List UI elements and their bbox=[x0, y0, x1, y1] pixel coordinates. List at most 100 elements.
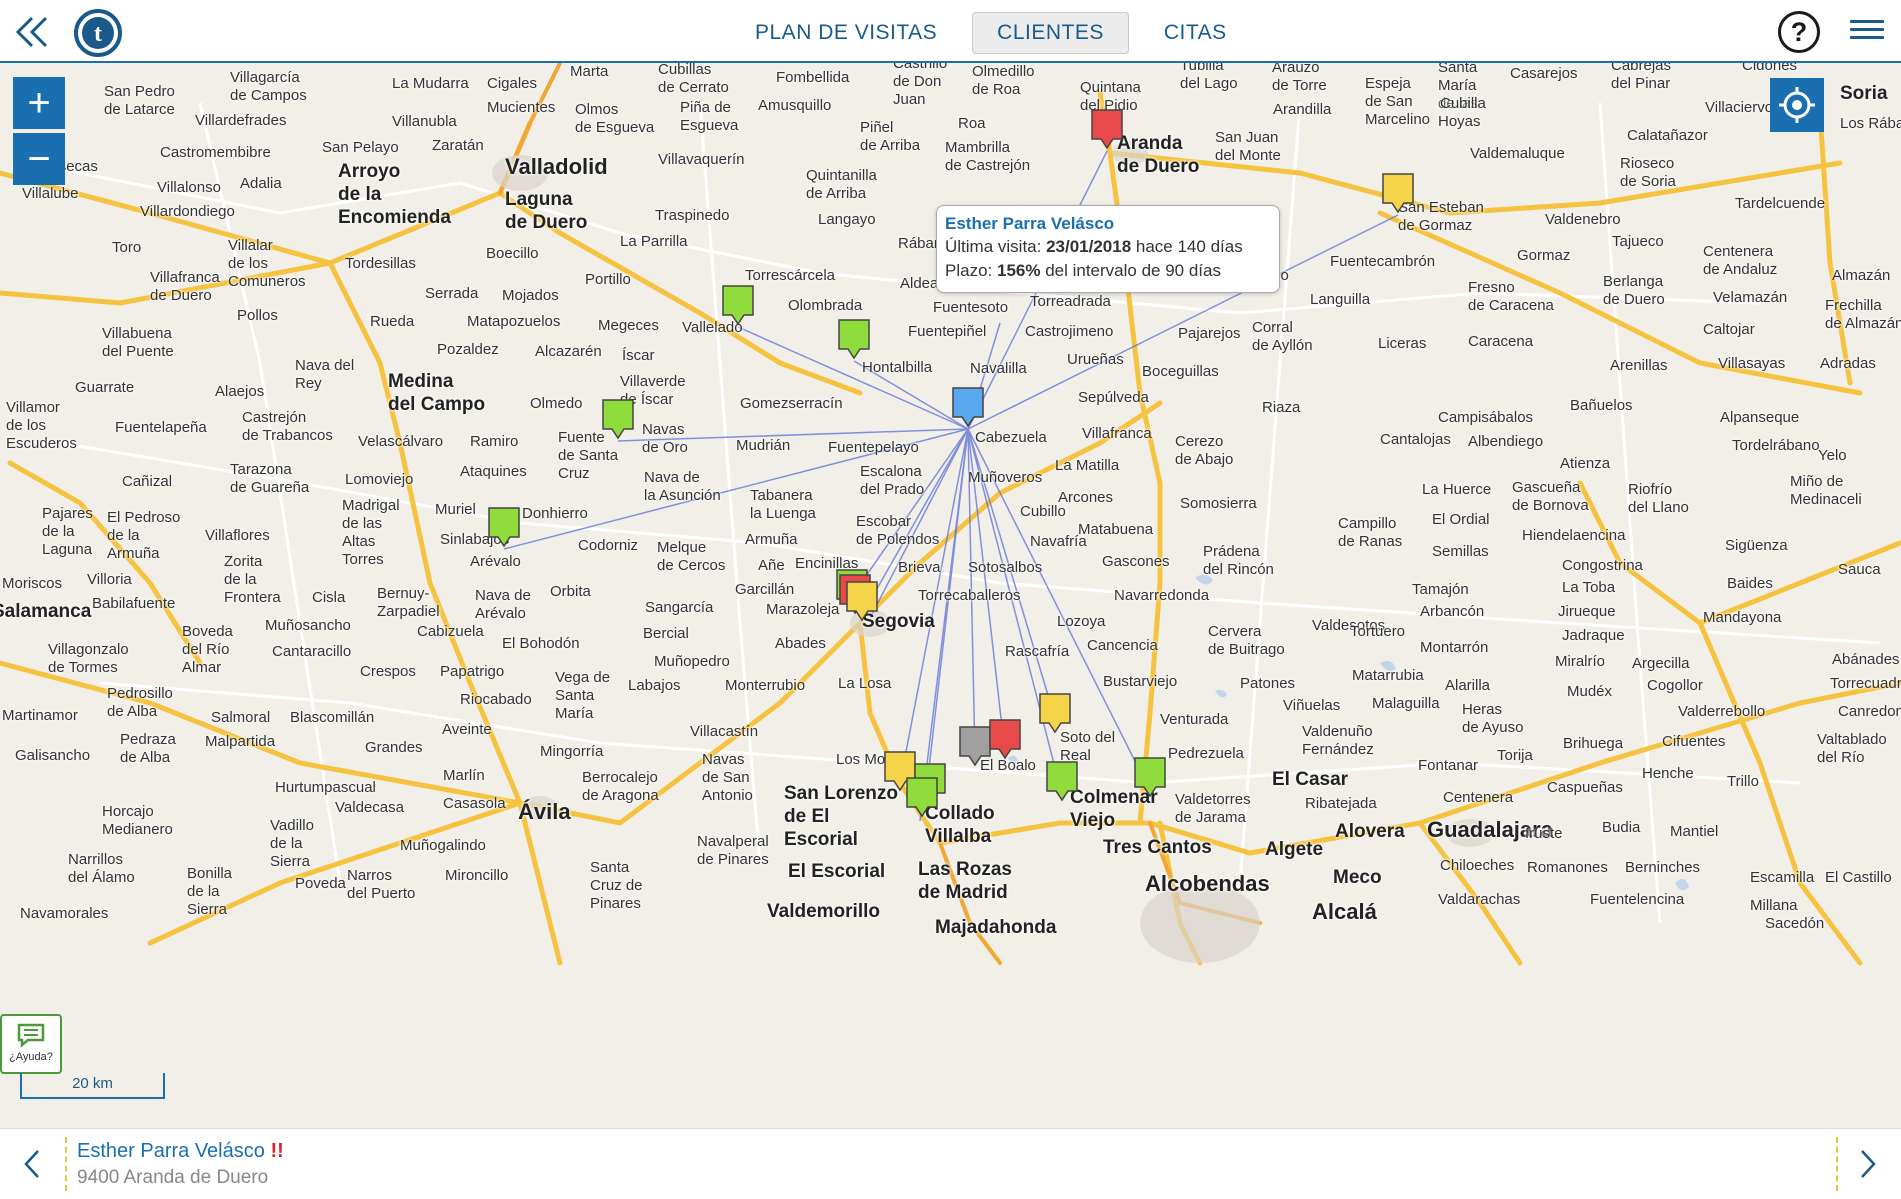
map-place-label: Pollos bbox=[237, 307, 278, 324]
map-place-label: Megeces bbox=[598, 317, 659, 334]
map-place-label: Jirueque bbox=[1558, 603, 1616, 620]
map-place-label: Abánades bbox=[1832, 651, 1900, 668]
map-place-label: Ribatejada bbox=[1305, 795, 1377, 812]
map-place-label: Serrada bbox=[425, 285, 479, 302]
client-marker-pin-icon[interactable] bbox=[987, 717, 1023, 761]
map-place-label: Tabanera la Luenga bbox=[750, 487, 816, 522]
zoom-out-button[interactable]: − bbox=[13, 133, 65, 185]
tab-clientes[interactable]: CLIENTES bbox=[972, 12, 1129, 54]
map-place-label: Mingorría bbox=[540, 743, 604, 760]
map-place-label: Olombrada bbox=[788, 297, 863, 314]
map-place-label: Abades bbox=[775, 635, 826, 652]
previous-client-chevron-icon[interactable] bbox=[16, 1147, 48, 1181]
client-footer: Esther Parra Velásco !! 9400 Aranda de D… bbox=[0, 1128, 1901, 1199]
map-place-label: San Juan del Monte bbox=[1215, 129, 1281, 164]
client-marker-pin-icon[interactable] bbox=[844, 579, 880, 623]
map-place-label: Sotosalbos bbox=[968, 559, 1043, 576]
map-place-label: Villabuena del Puente bbox=[102, 325, 174, 360]
map-place-label: Mudéx bbox=[1567, 683, 1613, 700]
map-place-label: Donhierro bbox=[522, 505, 588, 522]
map-place-label: Valderrebollo bbox=[1678, 703, 1766, 720]
map-place-label: Fuentepelayo bbox=[828, 439, 919, 456]
map-place-label: Vega de Santa María bbox=[555, 669, 611, 722]
map-place-label: Brieva bbox=[898, 559, 941, 576]
map-place-label: Valdenebro bbox=[1545, 211, 1621, 228]
client-marker-pin-icon[interactable] bbox=[1089, 107, 1125, 151]
map-place-label: Gomezserracín bbox=[740, 395, 843, 412]
map-place-label: Mironcillo bbox=[445, 867, 509, 884]
zoom-in-button[interactable]: + bbox=[13, 77, 65, 129]
map-place-label: Tarazona de Guareña bbox=[230, 461, 310, 496]
map-place-label: La Parrilla bbox=[620, 233, 688, 250]
tab-citas[interactable]: CITAS bbox=[1139, 12, 1252, 54]
map-place-label: Matarrubia bbox=[1352, 667, 1424, 684]
map-place-label: Albendiego bbox=[1468, 433, 1544, 450]
map-place-label: Pajares de la Laguna bbox=[42, 505, 93, 558]
client-marker-pin-icon[interactable] bbox=[1037, 691, 1073, 735]
map-place-label: Madrigal de las Altas Torres bbox=[342, 497, 400, 568]
chat-icon bbox=[17, 1023, 45, 1048]
map-place-label: Tamajón bbox=[1412, 581, 1469, 598]
tab-plan-de-visitas[interactable]: PLAN DE VISITAS bbox=[730, 12, 962, 54]
map-place-label: Garcillán bbox=[735, 581, 795, 598]
back-double-chevron-icon[interactable] bbox=[12, 12, 56, 52]
client-tooltip: Esther Parra Velásco Última visita: 23/0… bbox=[936, 205, 1280, 293]
map-place-label: Hurtumpascual bbox=[275, 779, 376, 796]
map-place-label: El Escorial bbox=[788, 861, 886, 882]
map-place-label: San Lorenzo de El Escorial bbox=[784, 783, 899, 850]
map-place-label: Marazoleja bbox=[766, 601, 840, 618]
map-place-label: Rueda bbox=[370, 313, 415, 330]
client-marker-pin-icon[interactable] bbox=[950, 385, 986, 429]
client-marker-pin-icon[interactable] bbox=[600, 397, 636, 441]
map-place-label: Escalona del Prado bbox=[860, 463, 925, 498]
help-chat-button[interactable]: ¿Ayuda? bbox=[0, 1014, 62, 1074]
map-place-label: Nava del Rey bbox=[295, 357, 355, 392]
map-place-label: Las Rozas de Madrid bbox=[918, 859, 1012, 903]
client-marker-pin-icon[interactable] bbox=[904, 775, 940, 819]
map-place-label: Muñopedro bbox=[654, 653, 730, 670]
map-place-label: Cantaracillo bbox=[272, 643, 352, 660]
map-place-label: Canredondo bbox=[1838, 703, 1901, 720]
client-marker-pin-icon[interactable] bbox=[720, 283, 756, 327]
map-place-label: Cabezuela bbox=[975, 429, 1047, 446]
locate-me-button[interactable] bbox=[1770, 78, 1824, 132]
map-place-label: Langayo bbox=[818, 211, 876, 228]
client-marker-pin-icon[interactable] bbox=[486, 505, 522, 549]
hamburger-menu-icon[interactable] bbox=[1850, 20, 1884, 44]
client-marker-pin-icon[interactable] bbox=[1132, 755, 1168, 799]
map-place-label: Villafranca de Duero bbox=[150, 269, 220, 304]
map-place-label: Mojados bbox=[502, 287, 559, 304]
map-place-label: Iruste bbox=[1525, 825, 1563, 842]
map-place-label: La Losa bbox=[838, 675, 892, 692]
map-place-label: Martinamor bbox=[2, 707, 78, 724]
map-place-label: Espeja de San Marcelino bbox=[1365, 75, 1431, 128]
client-marker-pin-icon[interactable] bbox=[1380, 171, 1416, 215]
map-place-label: Millana bbox=[1750, 897, 1798, 914]
main-tabs: PLAN DE VISITAS CLIENTES CITAS bbox=[730, 12, 1252, 54]
map-view[interactable]: San Pedro de Latarce Villagarcía de Campos L… bbox=[0, 63, 1901, 1128]
map-place-label: Cisla bbox=[312, 589, 346, 606]
next-client-chevron-icon[interactable] bbox=[1852, 1147, 1884, 1181]
map-place-label: Valdenuño Fernández bbox=[1302, 723, 1374, 758]
map-place-label: Tubilla del Lago bbox=[1180, 63, 1238, 92]
map-place-label: Crespos bbox=[360, 663, 416, 680]
help-icon[interactable]: ? bbox=[1778, 11, 1820, 53]
map-place-label: Villanubla bbox=[392, 113, 457, 130]
map-place-label: Arroyo de la Encomienda bbox=[338, 161, 451, 228]
map-place-label: Gascones bbox=[1102, 553, 1170, 570]
map-place-label: Villamor de los Escuderos bbox=[6, 399, 77, 452]
map-place-label: La Huerce bbox=[1422, 481, 1492, 498]
map-place-label: El Bohodón bbox=[502, 635, 580, 652]
map-place-label: Frechilla de Almazán bbox=[1825, 297, 1901, 332]
client-marker-pin-icon[interactable] bbox=[1044, 759, 1080, 803]
map-place-label: Cifuentes bbox=[1662, 733, 1726, 750]
map-place-label: Arauzo de Torre bbox=[1272, 63, 1327, 94]
client-marker-pin-icon[interactable] bbox=[836, 317, 872, 361]
footer-client-name[interactable]: Esther Parra Velásco !! bbox=[77, 1140, 284, 1163]
map-place-label: Sigüenza bbox=[1725, 537, 1788, 554]
map-place-label: La Mudarra bbox=[392, 75, 469, 92]
map-place-label: Poveda bbox=[295, 875, 346, 892]
map-place-label: Arcones bbox=[1058, 489, 1114, 506]
tooltip-last-visit: Última visita: 23/01/2018 hace 140 días bbox=[945, 237, 1243, 257]
tooltip-client-name[interactable]: Esther Parra Velásco bbox=[945, 212, 1271, 235]
